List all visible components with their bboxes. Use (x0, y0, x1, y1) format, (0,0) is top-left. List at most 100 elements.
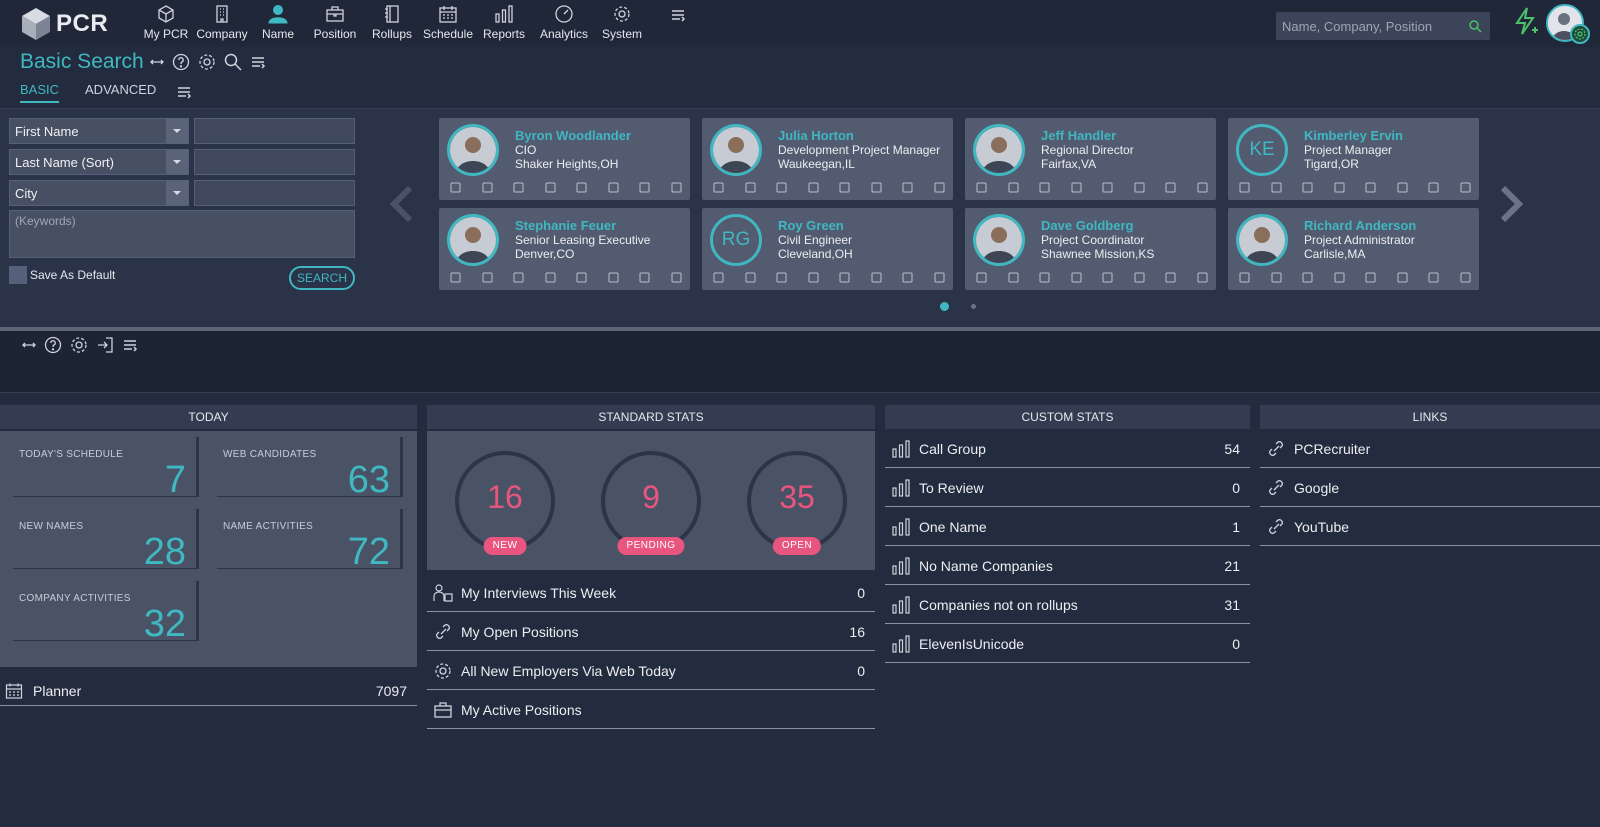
nav-company[interactable]: Company (192, 4, 252, 44)
card-avatar-photo-icon[interactable] (447, 124, 499, 176)
card-chat-icon[interactable] (1196, 271, 1209, 284)
card-note-icon[interactable] (575, 271, 588, 284)
card-doc-icon[interactable] (1396, 271, 1409, 284)
card-chat-icon[interactable] (1459, 181, 1472, 194)
settings-gear-icon[interactable] (70, 336, 88, 354)
card-avatar-photo-icon[interactable] (973, 124, 1025, 176)
sign-in-icon[interactable] (96, 336, 114, 354)
card-mail-icon[interactable] (1164, 181, 1177, 194)
card-phone-icon[interactable] (1333, 271, 1346, 284)
chevron-down-icon[interactable] (166, 119, 188, 143)
card-note-icon[interactable] (1364, 181, 1377, 194)
card-avatar-photo-icon[interactable] (1236, 214, 1288, 266)
card-doc-icon[interactable] (607, 181, 620, 194)
nav-schedule[interactable]: Schedule (418, 4, 478, 44)
stat-todays-schedule[interactable]: TODAY'S SCHEDULE 7 (13, 437, 199, 501)
card-upload-icon[interactable] (1270, 271, 1283, 284)
card-mail-icon[interactable] (638, 181, 651, 194)
nav-analytics[interactable]: Analytics (534, 4, 594, 44)
stat-company-activities[interactable]: COMPANY ACTIVITIES 32 (13, 581, 199, 645)
carousel-prev-icon[interactable] (388, 184, 416, 224)
card-chat-icon[interactable] (933, 181, 946, 194)
tab-advanced[interactable]: ADVANCED (85, 82, 156, 103)
custom-stat-row[interactable]: No Name Companies 21 (885, 547, 1250, 585)
card-name[interactable]: Stephanie Feuer (515, 218, 616, 233)
card-phone-icon[interactable] (807, 181, 820, 194)
card-open-icon[interactable] (1238, 271, 1251, 284)
first-name-input[interactable] (194, 118, 355, 144)
help-icon[interactable] (44, 336, 62, 354)
expand-arrows-icon[interactable] (150, 55, 164, 69)
card-chat-icon[interactable] (1459, 271, 1472, 284)
card-name[interactable]: Kimberley Ervin (1304, 128, 1403, 143)
card-open-icon[interactable] (449, 181, 462, 194)
card-phone-icon[interactable] (807, 271, 820, 284)
panel-menu-icon[interactable] (250, 55, 266, 69)
card-doc-icon[interactable] (1133, 181, 1146, 194)
card-mobile-icon[interactable] (512, 271, 525, 284)
nav-my-pcr[interactable]: My PCR (136, 4, 196, 44)
nav-menu-icon[interactable] (670, 8, 686, 22)
link-label[interactable]: Google (1294, 480, 1339, 496)
planner-row[interactable]: Planner 7097 (0, 676, 417, 706)
custom-stat-row[interactable]: ElevenIsUnicode 0 (885, 625, 1250, 663)
std-row-active-positions[interactable]: My Active Positions (427, 691, 875, 729)
search-button[interactable]: SEARCH (289, 266, 355, 290)
card-mail-icon[interactable] (1427, 181, 1440, 194)
link-row[interactable]: PCRecruiter (1260, 430, 1600, 468)
card-mobile-icon[interactable] (1301, 271, 1314, 284)
last-name-select[interactable]: Last Name (Sort) (9, 149, 189, 175)
custom-stat-row[interactable]: Call Group 54 (885, 430, 1250, 468)
card-avatar-photo-icon[interactable] (447, 214, 499, 266)
tabs-menu-icon[interactable] (176, 85, 192, 99)
card-upload-icon[interactable] (1007, 181, 1020, 194)
card-open-icon[interactable] (449, 271, 462, 284)
carousel-next-icon[interactable] (1497, 184, 1525, 224)
card-note-icon[interactable] (838, 181, 851, 194)
card-name[interactable]: Jeff Handler (1041, 128, 1116, 143)
gauge-pending[interactable]: 9 PENDING (601, 451, 701, 555)
card-mail-icon[interactable] (901, 271, 914, 284)
card-chat-icon[interactable] (670, 181, 683, 194)
card-name[interactable]: Julia Horton (778, 128, 854, 143)
card-mobile-icon[interactable] (1301, 181, 1314, 194)
name-card[interactable]: KE Kimberley Ervin Project Manager Tigard,O… (1228, 118, 1479, 200)
search-icon[interactable] (1468, 19, 1482, 33)
card-avatar-initials[interactable]: KE (1236, 124, 1288, 176)
nav-position[interactable]: Position (305, 4, 365, 44)
std-row-open-positions[interactable]: My Open Positions 16 (427, 613, 875, 651)
std-row-new-employers[interactable]: All New Employers Via Web Today 0 (427, 652, 875, 690)
nav-system[interactable]: System (592, 4, 652, 44)
dashboard-menu-icon[interactable] (122, 338, 138, 352)
global-search-input[interactable] (1276, 12, 1456, 40)
card-name[interactable]: Richard Anderson (1304, 218, 1416, 233)
tab-basic[interactable]: BASIC (20, 82, 60, 103)
card-phone-icon[interactable] (1070, 271, 1083, 284)
link-row[interactable]: YouTube (1260, 508, 1600, 546)
gauge-open[interactable]: 35 OPEN (747, 451, 847, 555)
card-upload-icon[interactable] (1007, 271, 1020, 284)
card-open-icon[interactable] (975, 181, 988, 194)
std-row-interviews[interactable]: My Interviews This Week 0 (427, 574, 875, 612)
card-mail-icon[interactable] (1427, 271, 1440, 284)
chevron-down-icon[interactable] (166, 150, 188, 174)
card-phone-icon[interactable] (1070, 181, 1083, 194)
card-open-icon[interactable] (712, 271, 725, 284)
name-card[interactable]: Julia Horton Development Project Manager W… (702, 118, 953, 200)
city-input[interactable] (194, 180, 355, 206)
card-open-icon[interactable] (975, 271, 988, 284)
card-note-icon[interactable] (1101, 181, 1114, 194)
card-avatar-photo-icon[interactable] (973, 214, 1025, 266)
help-icon[interactable] (172, 53, 190, 71)
first-name-select[interactable]: First Name (9, 118, 189, 144)
name-card[interactable]: Richard Anderson Project Administrator Car… (1228, 208, 1479, 290)
card-avatar-photo-icon[interactable] (710, 124, 762, 176)
keywords-textarea[interactable]: (Keywords) (9, 210, 355, 258)
card-note-icon[interactable] (575, 181, 588, 194)
carousel-dot-1[interactable] (940, 302, 949, 311)
expand-arrows-icon[interactable] (22, 338, 36, 352)
card-mail-icon[interactable] (901, 181, 914, 194)
card-chat-icon[interactable] (933, 271, 946, 284)
card-doc-icon[interactable] (870, 271, 883, 284)
search-icon[interactable] (224, 53, 242, 71)
